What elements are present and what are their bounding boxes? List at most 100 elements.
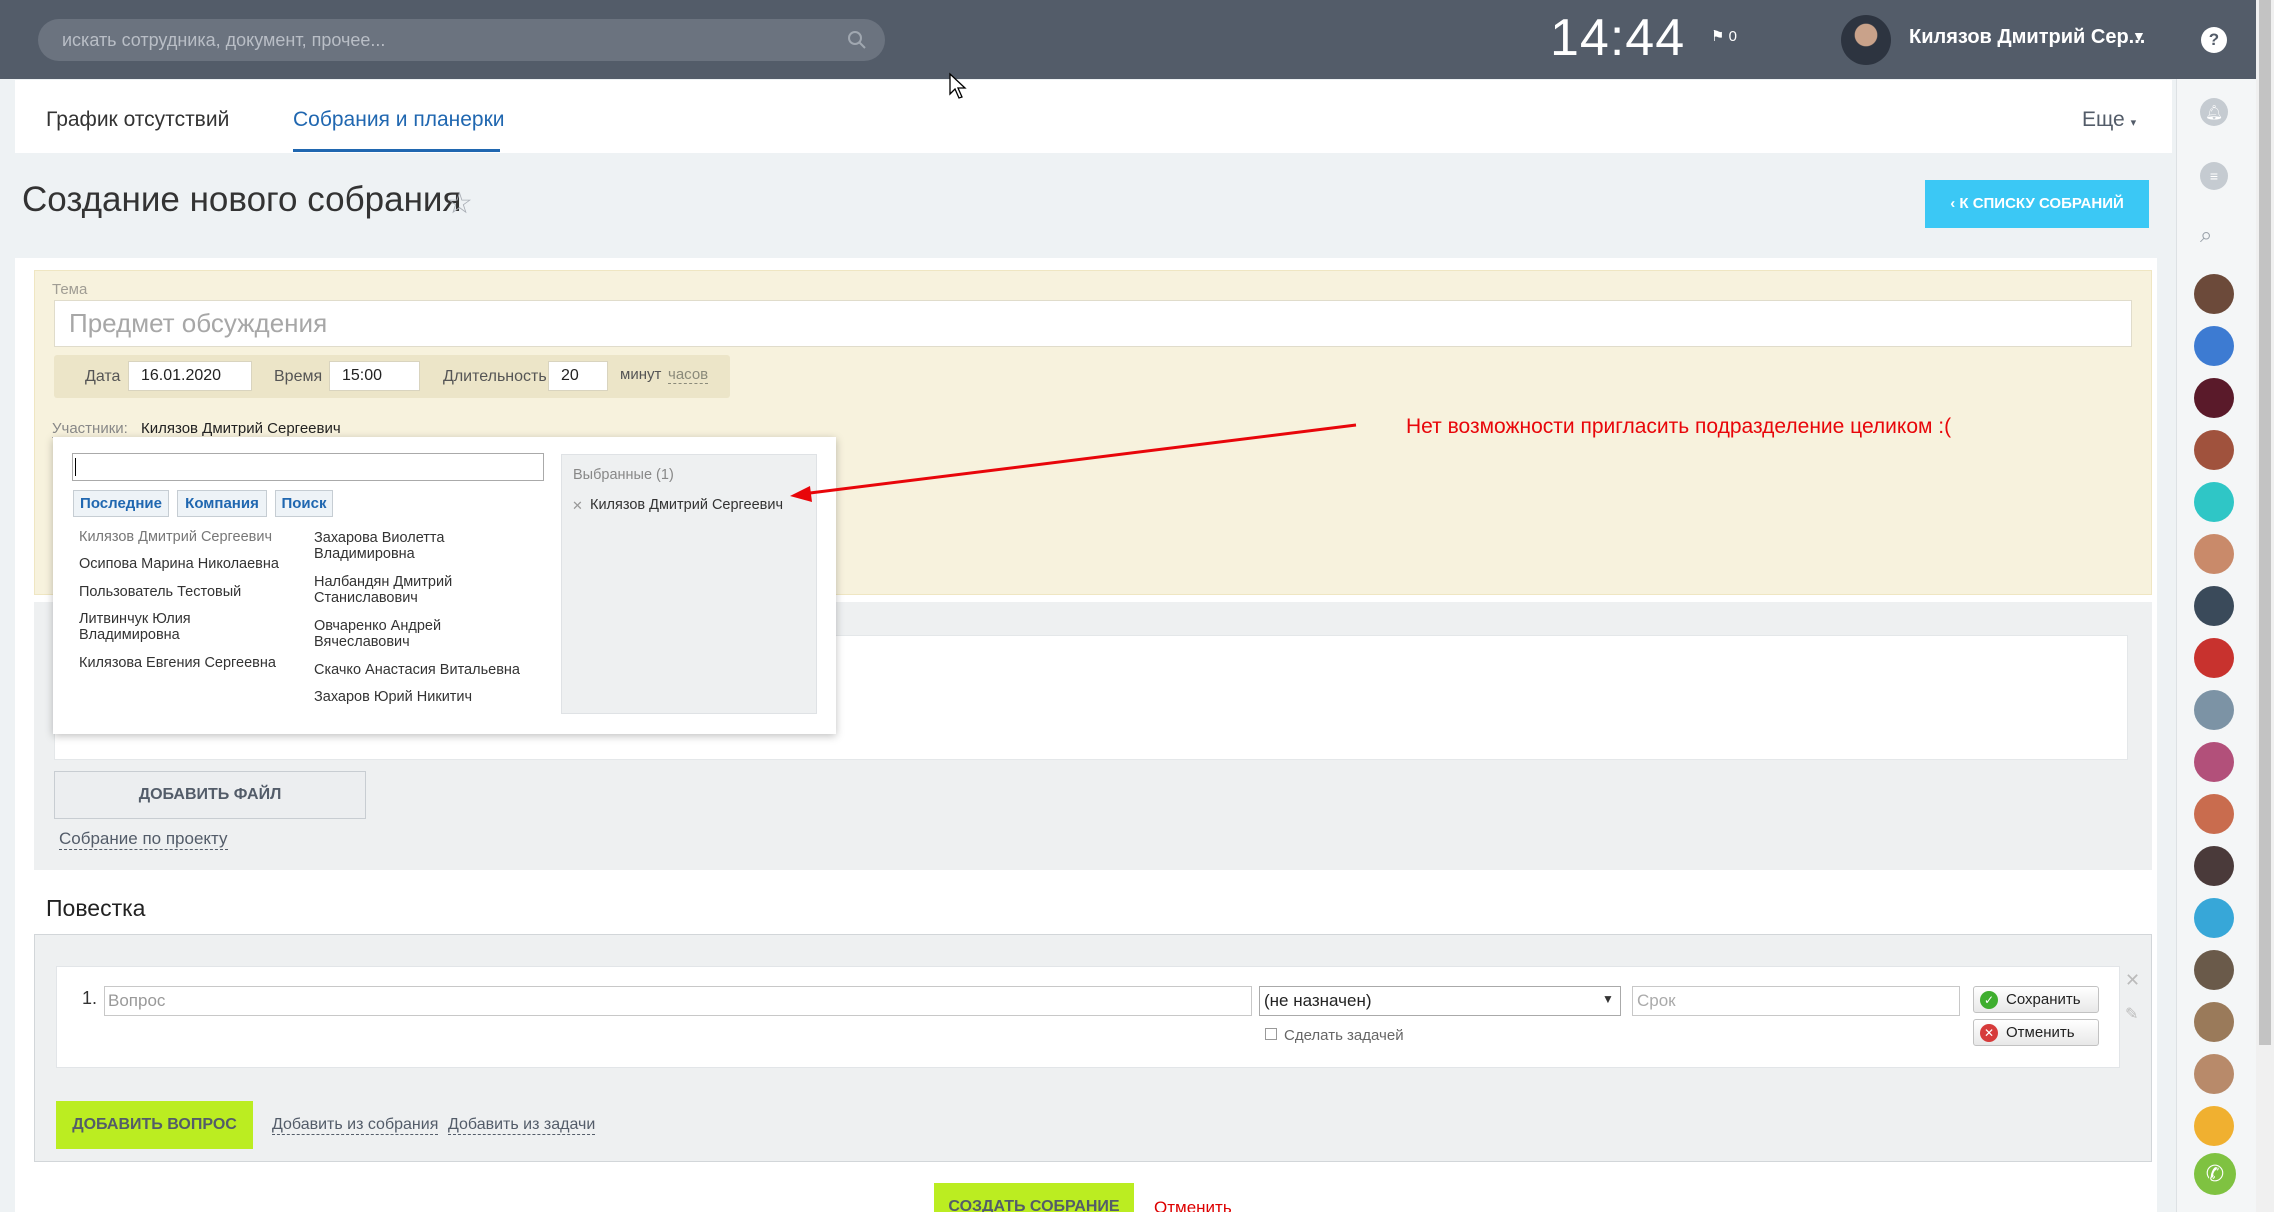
avatar[interactable] [2194, 898, 2234, 938]
bell-icon[interactable]: 🔔︎ [2200, 98, 2228, 126]
unit-hours-link[interactable]: часов [668, 366, 709, 384]
star-icon[interactable]: ☆ [446, 186, 473, 221]
tab-absence-schedule[interactable]: График отсутствий [46, 108, 229, 132]
popup-user-item[interactable]: Осипова Марина Николаевна [79, 556, 299, 572]
add-from-meeting-link[interactable]: Добавить из собрания [272, 1116, 439, 1135]
search-input[interactable]: искать сотрудника, документ, прочее... [38, 19, 885, 61]
popup-user-item[interactable]: Литвинчук Юлия Владимировна [79, 611, 229, 643]
avatar[interactable] [2194, 794, 2234, 834]
popup-user-item[interactable]: Овчаренко Андрей Вячеславович [314, 618, 474, 650]
popup-user-item[interactable]: Налбандян Дмитрий Станиславович [314, 574, 474, 606]
avatar[interactable] [2194, 1106, 2234, 1146]
avatar[interactable] [2194, 1054, 2234, 1094]
duration-label: Длительность [443, 368, 547, 385]
user-name[interactable]: Килязов Дмитрий Сер... [1909, 26, 2145, 49]
date-label: Дата [85, 368, 121, 385]
back-button-label: К СПИСКУ СОБРАНИЙ [1959, 195, 2124, 212]
more-label: Еще [2082, 108, 2125, 131]
popup-tab-company[interactable]: Компания [177, 490, 267, 517]
tab-meetings[interactable]: Собрания и планерки [293, 108, 505, 132]
duration-input[interactable]: 20 [548, 361, 608, 391]
popup-tab-recent[interactable]: Последние [73, 490, 169, 517]
avatar[interactable] [2194, 326, 2234, 366]
chevron-down-icon[interactable]: ▼ [1602, 992, 1614, 1006]
popup-user-item[interactable]: Пользователь Тестовый [79, 584, 299, 600]
clock[interactable]: 14:44 [1550, 8, 1685, 68]
chat-icon[interactable]: ≡ [2200, 162, 2228, 190]
avatar[interactable] [2194, 1002, 2234, 1042]
selected-panel [561, 454, 817, 714]
project-meeting-link[interactable]: Собрание по проекту [59, 829, 228, 850]
save-label: Сохранить [2006, 991, 2081, 1008]
more-menu[interactable]: Еще ▾ [2082, 108, 2136, 132]
selected-title: Выбранные (1) [573, 467, 674, 483]
close-icon[interactable]: ✕ [2125, 970, 2140, 991]
close-icon: ✕ [1980, 1024, 1998, 1042]
chevron-down-icon: ▾ [2130, 117, 2137, 129]
create-meeting-button[interactable]: СОЗДАТЬ СОБРАНИЕ [934, 1183, 1134, 1212]
avatar[interactable] [2194, 586, 2234, 626]
avatar[interactable] [2194, 482, 2234, 522]
flag-count: 0 [1728, 28, 1737, 45]
participant-name[interactable]: Килязов Дмитрий Сергеевич [141, 420, 341, 437]
phone-icon[interactable]: ✆ [2194, 1153, 2236, 1195]
avatar[interactable] [2194, 430, 2234, 470]
popup-user-item[interactable]: Килязова Евгения Сергеевна [79, 655, 299, 671]
help-icon[interactable]: ? [2201, 27, 2227, 53]
popup-user-item[interactable]: Скачко Анастасия Витальевна [314, 662, 554, 678]
text-caret [75, 458, 76, 476]
avatar[interactable] [2194, 378, 2234, 418]
agenda-title: Повестка [46, 895, 146, 921]
search-icon[interactable] [845, 28, 869, 52]
edit-icon[interactable]: ✎ [2125, 1004, 2138, 1024]
scrollbar-thumb[interactable] [2259, 0, 2271, 1045]
cursor-icon [949, 72, 967, 99]
topic-input[interactable]: Предмет обсуждения [54, 300, 2132, 347]
avatar[interactable] [2194, 638, 2234, 678]
back-to-list-button[interactable]: ‹ К СПИСКУ СОБРАНИЙ [1925, 180, 2149, 228]
remove-icon[interactable]: ✕ [572, 498, 583, 514]
cancel-link[interactable]: Отменить [1154, 1198, 1232, 1212]
annotation-text: Нет возможности пригласить подразделение… [1406, 415, 1952, 438]
chevron-down-icon[interactable]: ▼ [2132, 28, 2146, 44]
avatar[interactable] [2194, 534, 2234, 574]
save-button[interactable]: ✓ Сохранить [1973, 986, 2099, 1013]
avatar[interactable] [2194, 690, 2234, 730]
popup-user-item[interactable]: Захарова Виолетта Владимировна [314, 530, 474, 562]
unit-minutes[interactable]: минут [620, 366, 661, 383]
add-file-button[interactable]: ДОБАВИТЬ ФАЙЛ [54, 771, 366, 819]
popup-search-input[interactable] [72, 453, 544, 481]
time-label: Время [274, 368, 323, 385]
add-question-button[interactable]: ДОБАВИТЬ ВОПРОС [56, 1101, 253, 1149]
cancel-button[interactable]: ✕ Отменить [1973, 1019, 2099, 1046]
avatar[interactable] [2194, 274, 2234, 314]
popup-tab-search[interactable]: Поиск [275, 490, 333, 517]
agenda-item-number: 1. [82, 988, 98, 1008]
make-task-checkbox[interactable] [1265, 1028, 1277, 1040]
time-input[interactable]: 15:00 [329, 361, 420, 391]
avatar[interactable] [1841, 15, 1891, 65]
deadline-input[interactable]: Срок [1632, 986, 1960, 1016]
flag-counter[interactable]: ⚑ 0 [1711, 27, 1737, 45]
check-icon: ✓ [1980, 991, 1998, 1009]
search-icon[interactable]: ⌕ [2200, 222, 2212, 248]
popup-user-item[interactable]: Килязов Дмитрий Сергеевич [79, 529, 299, 545]
responsible-select[interactable]: (не назначен) [1259, 986, 1621, 1016]
avatar[interactable] [2194, 950, 2234, 990]
agenda-item [56, 966, 2120, 1068]
participants-label[interactable]: Участники: [52, 420, 128, 438]
avatar[interactable] [2194, 846, 2234, 886]
make-task-label[interactable]: Сделать задачей [1284, 1027, 1404, 1044]
cancel-label: Отменить [2006, 1024, 2075, 1041]
popup-user-item[interactable]: Захаров Юрий Никитич [314, 689, 554, 705]
avatar[interactable] [2194, 742, 2234, 782]
question-input[interactable]: Вопрос [104, 986, 1252, 1016]
page-title: Создание нового собрания [22, 180, 462, 219]
add-from-task-link[interactable]: Добавить из задачи [448, 1116, 596, 1135]
arrow-icon [790, 423, 1357, 502]
topic-label: Тема [52, 281, 88, 298]
chevron-left-icon: ‹ [1950, 195, 1960, 212]
date-input[interactable]: 16.01.2020 [128, 361, 252, 391]
tab-selected-indicator [293, 149, 500, 152]
selected-user[interactable]: Килязов Дмитрий Сергеевич [590, 497, 783, 513]
